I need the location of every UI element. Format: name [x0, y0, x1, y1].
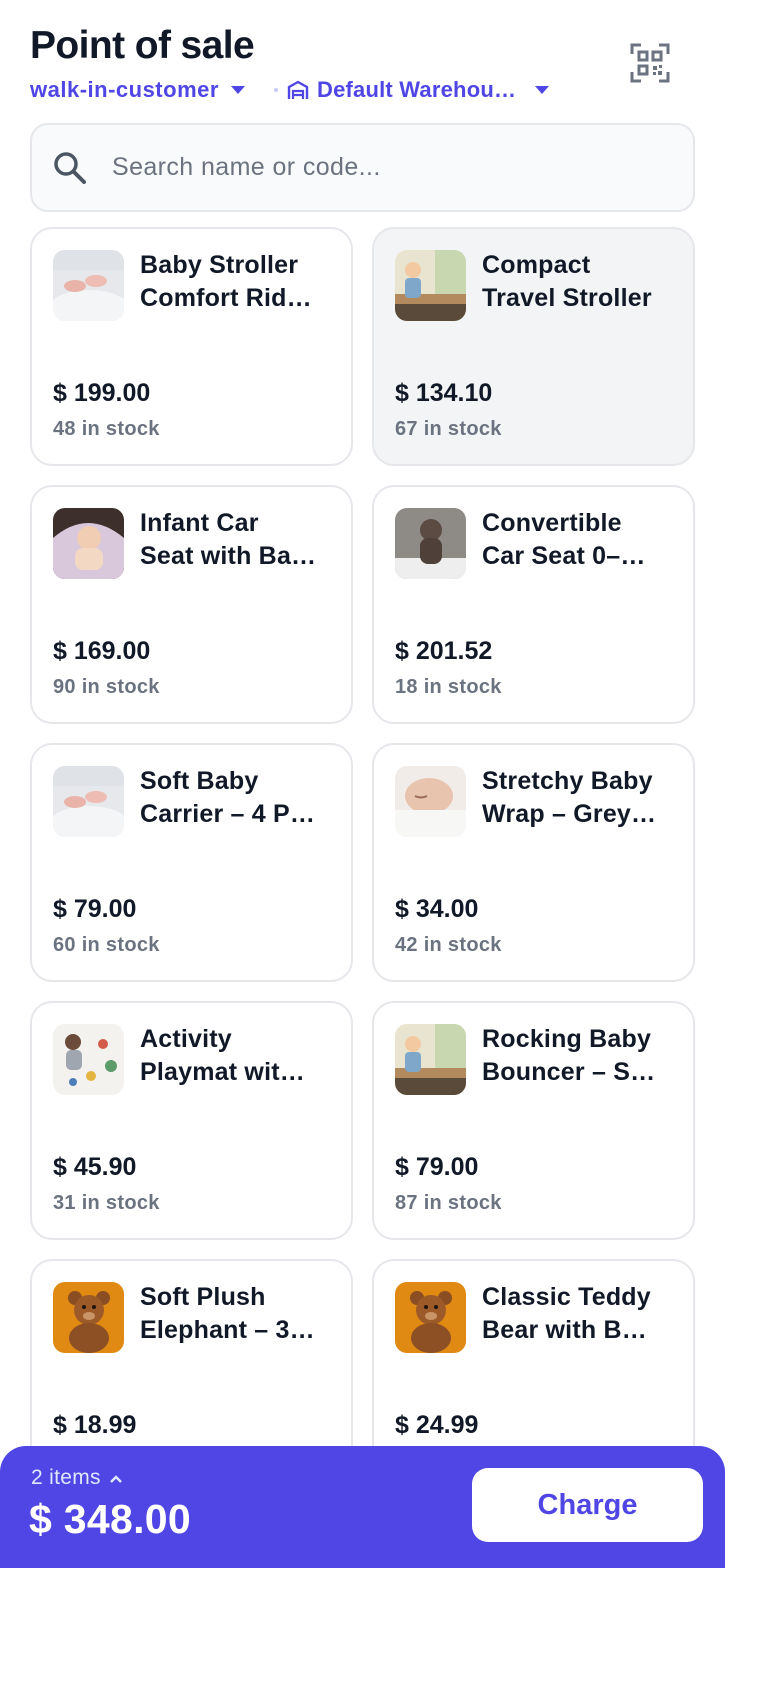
- product-image: [395, 508, 466, 579]
- product-card[interactable]: Convertible Car Seat 0–… $ 201.52 18 in s…: [372, 485, 695, 724]
- product-card[interactable]: Stretchy Baby Wrap – Grey… $ 34.00 42 in …: [372, 743, 695, 982]
- chevron-down-icon: [535, 86, 549, 94]
- product-image: [395, 1024, 466, 1095]
- product-stock: 67 in stock: [395, 418, 502, 440]
- product-image: [53, 1282, 124, 1353]
- product-price: $ 34.00: [395, 895, 479, 923]
- product-card[interactable]: Infant Car Seat with Ba… $ 169.00 90 in s…: [30, 485, 353, 724]
- product-image: [53, 766, 124, 837]
- page-title: Point of sale: [30, 24, 255, 67]
- product-price: $ 169.00: [53, 637, 151, 665]
- product-name: Compact Travel Stroller: [482, 251, 652, 312]
- header: Point of sale walk-in-customer Default W…: [30, 22, 695, 112]
- charge-button[interactable]: Charge: [472, 1468, 703, 1542]
- product-card[interactable]: Rocking Baby Bouncer – S… $ 79.00 87 in s…: [372, 1001, 695, 1240]
- product-name: Soft Plush Elephant – 3…: [140, 1283, 315, 1344]
- context-selectors: walk-in-customer Default Warehouse: [30, 76, 557, 104]
- product-price: $ 199.00: [53, 379, 151, 407]
- search-icon: [52, 150, 88, 186]
- product-image: [53, 1024, 124, 1095]
- warehouse-icon: [287, 80, 309, 99]
- product-image: [395, 766, 466, 837]
- product-name: Rocking Baby Bouncer – S…: [482, 1025, 656, 1086]
- cart-items-toggle[interactable]: 2 items: [31, 1466, 123, 1490]
- product-stock: 18 in stock: [395, 676, 502, 698]
- product-stock: 60 in stock: [53, 934, 160, 956]
- search-input[interactable]: [112, 153, 652, 182]
- qr-code-icon: [630, 43, 670, 83]
- customer-name: walk-in-customer: [30, 77, 219, 102]
- product-price: $ 18.99: [53, 1411, 137, 1439]
- product-price: $ 24.99: [395, 1411, 479, 1439]
- cart-total: $ 348.00: [29, 1496, 191, 1542]
- product-price: $ 201.52: [395, 637, 493, 665]
- product-image: [53, 250, 124, 321]
- qr-scan-button[interactable]: [629, 42, 671, 84]
- product-name: Infant Car Seat with Ba…: [140, 509, 317, 570]
- product-image: [53, 508, 124, 579]
- chevron-up-icon: [109, 1475, 122, 1483]
- separator-dot: [274, 88, 278, 92]
- product-card[interactable]: Compact Travel Stroller $ 134.10 67 in st…: [372, 227, 695, 466]
- product-name: Soft Baby Carrier – 4 P…: [140, 767, 316, 828]
- cart-item-count: 2 items: [31, 1466, 101, 1489]
- product-price: $ 134.10: [395, 379, 493, 407]
- product-stock: 31 in stock: [53, 1192, 160, 1214]
- product-name: Baby Stroller Comfort Rid…: [140, 251, 312, 312]
- product-name: Activity Playmat wit…: [140, 1025, 305, 1086]
- product-card[interactable]: Activity Playmat wit… $ 45.90 31 in stock: [30, 1001, 353, 1240]
- product-image: [395, 1282, 466, 1353]
- warehouse-name: Default Warehouse: [317, 77, 517, 102]
- product-card[interactable]: Soft Baby Carrier – 4 P… $ 79.00 60 in st…: [30, 743, 353, 982]
- product-name: Classic Teddy Bear with B…: [482, 1283, 651, 1344]
- product-price: $ 79.00: [53, 895, 137, 923]
- product-stock: 48 in stock: [53, 418, 160, 440]
- product-stock: 90 in stock: [53, 676, 160, 698]
- product-image: [395, 250, 466, 321]
- product-name: Stretchy Baby Wrap – Grey…: [482, 767, 657, 828]
- product-price: $ 45.90: [53, 1153, 137, 1181]
- customer-selector[interactable]: walk-in-customer: [30, 77, 268, 103]
- product-stock: 87 in stock: [395, 1192, 502, 1214]
- product-card[interactable]: Baby Stroller Comfort Rid… $ 199.00 48 in…: [30, 227, 353, 466]
- product-stock: 42 in stock: [395, 934, 502, 956]
- warehouse-selector[interactable]: Default Warehouse: [287, 77, 557, 103]
- chevron-down-icon: [230, 86, 245, 94]
- product-name: Convertible Car Seat 0–…: [482, 509, 646, 570]
- checkout-bar: 2 items $ 348.00 Charge: [0, 1446, 725, 1568]
- product-price: $ 79.00: [395, 1153, 479, 1181]
- search-box: [30, 123, 695, 212]
